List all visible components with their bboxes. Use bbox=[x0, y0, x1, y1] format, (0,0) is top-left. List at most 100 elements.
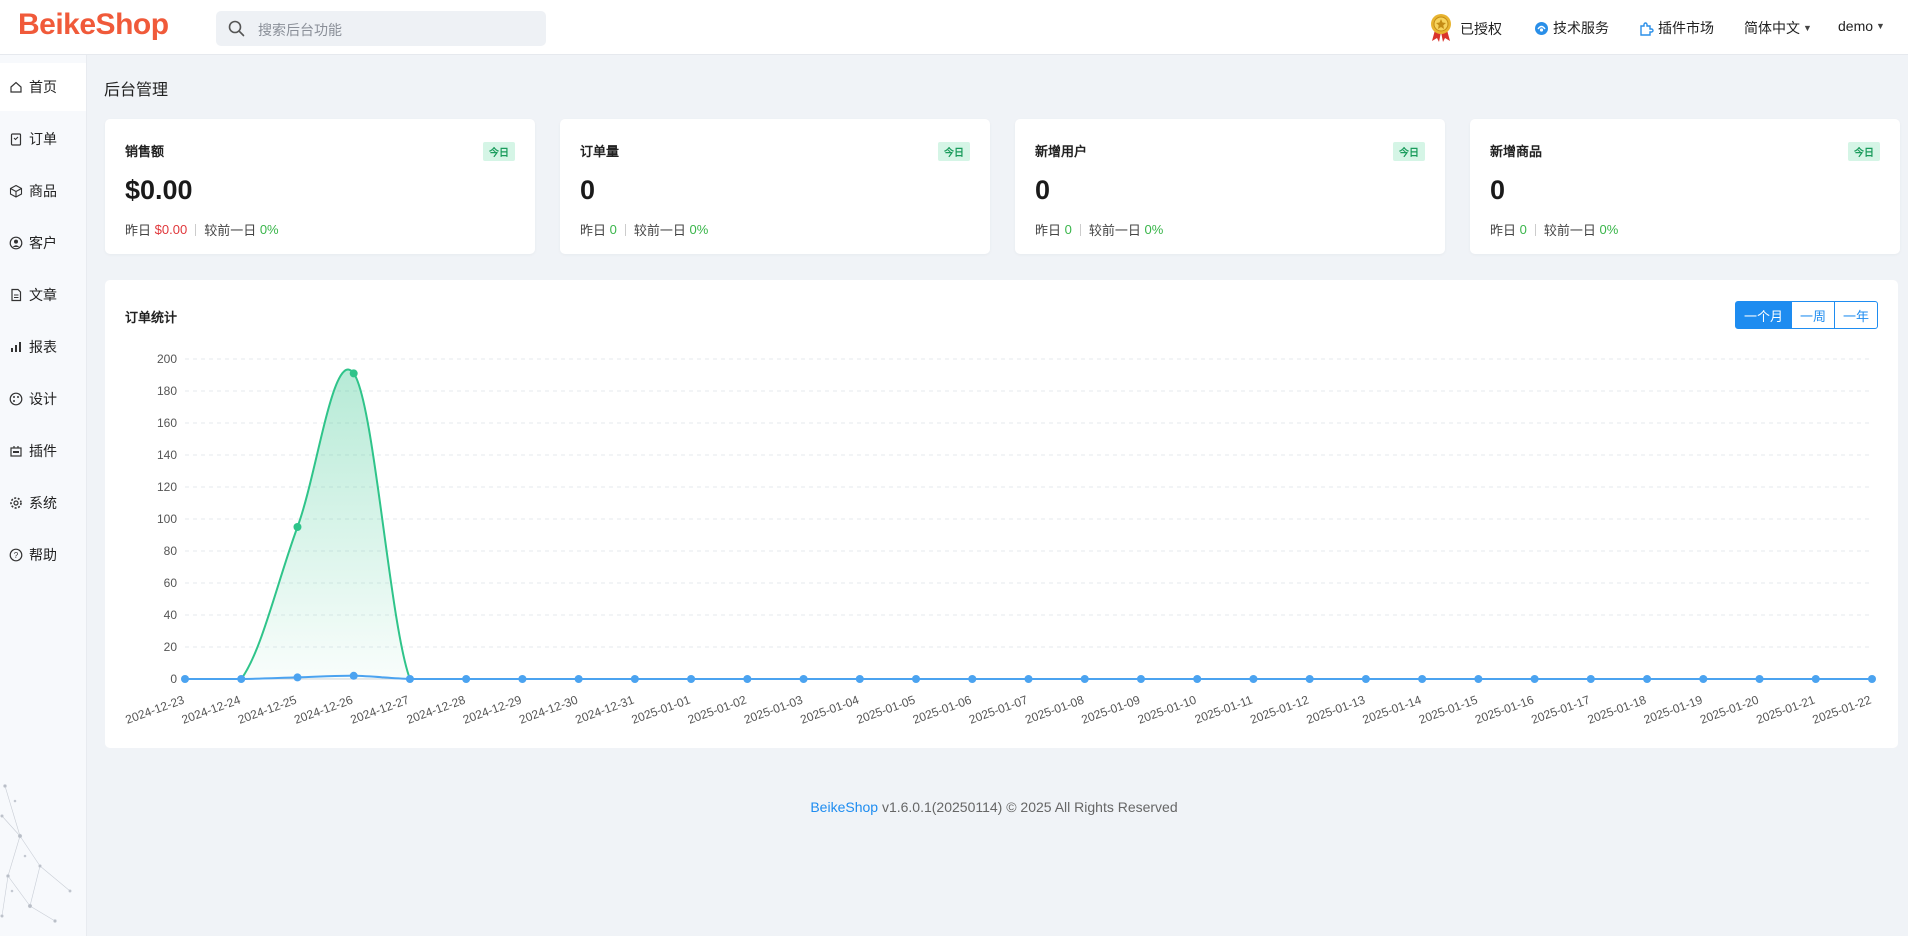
order-stats-card: 0 20 40 60 80 100 120 140 160 180 200 2024-12-23 202… bbox=[105, 280, 1898, 748]
tech-service-link[interactable]: 技术服务 bbox=[1534, 18, 1609, 38]
data-point bbox=[1080, 675, 1089, 683]
card-title: 新增用户 bbox=[1035, 144, 1088, 159]
data-point bbox=[912, 675, 921, 683]
sidebar-item-label: 帮助 bbox=[29, 547, 57, 563]
language-dropdown[interactable]: 简体中文 ▼ bbox=[1744, 18, 1812, 38]
home-icon bbox=[9, 80, 23, 94]
data-point bbox=[1530, 675, 1539, 683]
stat-card-new-users: 新增用户 今日 0 昨日 0 较前一日 0% bbox=[1015, 119, 1445, 254]
sidebar-item-label: 插件 bbox=[29, 443, 57, 459]
card-value: $0.00 bbox=[125, 175, 193, 205]
chevron-down-icon: ▼ bbox=[1803, 23, 1812, 33]
data-point bbox=[1699, 675, 1708, 683]
award-medal-icon bbox=[1431, 14, 1451, 42]
data-point bbox=[349, 671, 358, 680]
user-icon bbox=[9, 236, 23, 250]
x-tick-label: 2024-12-28 bbox=[405, 693, 468, 727]
plugin-market-link[interactable]: 插件市场 bbox=[1639, 18, 1714, 38]
sidebar-item-design[interactable]: 设计 bbox=[0, 375, 86, 423]
x-tick-label: 2024-12-31 bbox=[573, 693, 636, 727]
svg-text:?: ? bbox=[14, 551, 19, 560]
logo[interactable]: BeikeShop bbox=[18, 8, 169, 42]
sidebar-item-help[interactable]: ? 帮助 bbox=[0, 531, 86, 579]
data-point bbox=[293, 523, 302, 531]
x-tick-label: 2025-01-13 bbox=[1304, 693, 1367, 727]
x-tick-label: 2024-12-23 bbox=[124, 693, 187, 727]
data-point bbox=[181, 675, 189, 683]
data-point bbox=[405, 675, 414, 683]
data-point bbox=[799, 675, 808, 683]
yesterday-value: $0.00 bbox=[154, 222, 188, 237]
sidebar-item-label: 报表 bbox=[29, 339, 57, 355]
data-point bbox=[293, 673, 302, 682]
y-tick-label: 0 bbox=[170, 672, 177, 686]
stat-card-new-products: 新增商品 今日 0 昨日 0 较前一日 0% bbox=[1470, 119, 1900, 254]
data-point bbox=[1418, 675, 1427, 683]
data-point bbox=[349, 369, 358, 378]
user-label: demo bbox=[1838, 18, 1874, 34]
top-header: BeikeShop 已授权 技术服务 插件市场 简体中文 bbox=[0, 0, 1908, 55]
compare-label: 较前一日 bbox=[1543, 223, 1596, 238]
divider bbox=[1534, 223, 1536, 236]
order-stats-chart: 0204060801001201401601802002024-12-23202… bbox=[124, 352, 1876, 727]
yesterday-value: 0 bbox=[1519, 222, 1527, 237]
data-point bbox=[237, 675, 246, 683]
sidebar-item-label: 设计 bbox=[29, 391, 57, 407]
sidebar-item-system[interactable]: 系统 bbox=[0, 479, 86, 527]
search-icon bbox=[228, 20, 245, 37]
x-tick-label: 2025-01-11 bbox=[1193, 693, 1255, 727]
sidebar-item-home[interactable]: 首页 bbox=[0, 63, 86, 111]
divider bbox=[195, 223, 197, 236]
data-point bbox=[743, 675, 752, 683]
document-icon bbox=[9, 288, 23, 302]
data-point bbox=[1586, 675, 1595, 683]
authorized-status[interactable]: 已授权 bbox=[1428, 12, 1502, 42]
search-box[interactable] bbox=[216, 11, 546, 48]
y-tick-label: 20 bbox=[164, 640, 178, 654]
compare-label: 较前一日 bbox=[1088, 223, 1141, 238]
series-area bbox=[185, 369, 1872, 679]
footer-brand-link[interactable]: BeikeShop bbox=[810, 799, 878, 815]
yesterday-label: 昨日 bbox=[1490, 223, 1517, 238]
x-tick-label: 2025-01-20 bbox=[1698, 693, 1761, 727]
search-input[interactable] bbox=[256, 11, 540, 48]
sidebar-item-customers[interactable]: 客户 bbox=[0, 219, 86, 267]
data-point bbox=[630, 675, 639, 683]
range-month-button[interactable]: 一个月 bbox=[1734, 301, 1792, 329]
today-badge: 今日 bbox=[938, 142, 970, 161]
service-icon bbox=[1535, 21, 1548, 35]
x-tick-label: 2025-01-17 bbox=[1529, 693, 1592, 727]
card-title: 订单量 bbox=[580, 144, 620, 159]
gear-icon bbox=[9, 496, 23, 510]
chart-title: 订单统计 bbox=[125, 310, 178, 325]
y-tick-label: 120 bbox=[157, 480, 177, 494]
sidebar-item-label: 订单 bbox=[29, 131, 57, 147]
x-tick-label: 2024-12-25 bbox=[236, 693, 299, 727]
sidebar-item-orders[interactable]: 订单 bbox=[0, 115, 86, 163]
x-tick-label: 2025-01-14 bbox=[1361, 693, 1424, 727]
sidebar-item-label: 商品 bbox=[29, 183, 57, 199]
user-dropdown[interactable]: demo ▼ bbox=[1838, 18, 1885, 34]
y-tick-label: 100 bbox=[157, 512, 177, 526]
series-line bbox=[184, 368, 1872, 681]
sidebar-item-plugins[interactable]: 插件 bbox=[0, 427, 86, 475]
sidebar-item-label: 首页 bbox=[29, 79, 57, 95]
x-tick-label: 2025-01-12 bbox=[1248, 693, 1311, 727]
x-tick-label: 2024-12-29 bbox=[461, 693, 524, 727]
sidebar-item-reports[interactable]: 报表 bbox=[0, 323, 86, 371]
x-tick-label: 2024-12-27 bbox=[348, 693, 411, 727]
range-week-button[interactable]: 一周 bbox=[1790, 301, 1835, 329]
puzzle-icon bbox=[1640, 21, 1654, 36]
y-tick-label: 200 bbox=[157, 352, 177, 366]
sidebar-item-label: 客户 bbox=[29, 235, 57, 251]
range-year-button[interactable]: 一年 bbox=[1833, 301, 1878, 329]
sidebar-item-products[interactable]: 商品 bbox=[0, 167, 86, 215]
compare-value: 0% bbox=[259, 222, 279, 237]
y-tick-label: 180 bbox=[157, 384, 177, 398]
card-value: 0 bbox=[580, 175, 596, 205]
x-tick-label: 2025-01-21 bbox=[1754, 693, 1817, 727]
divider bbox=[624, 223, 626, 236]
x-tick-label: 2025-01-01 bbox=[630, 693, 693, 727]
card-footer: 昨日 0 较前一日 0% bbox=[1035, 220, 1163, 239]
sidebar-item-articles[interactable]: 文章 bbox=[0, 271, 86, 319]
